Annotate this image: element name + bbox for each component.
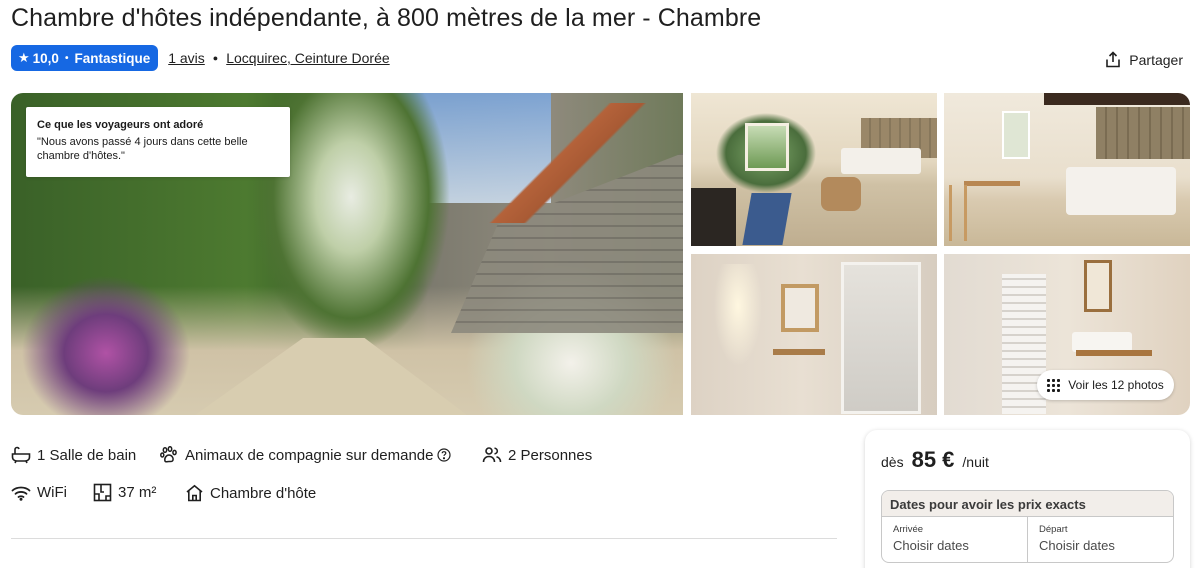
checkin-value: Choisir dates: [893, 538, 969, 553]
checkin-field[interactable]: Arrivée Choisir dates: [882, 517, 1027, 562]
date-picker: Dates pour avoir les prix exacts Arrivée…: [881, 490, 1174, 563]
wifi-icon: [11, 486, 31, 501]
bathroom-shower-photo[interactable]: [691, 254, 937, 415]
amenity-type: Chambre d'hôte: [185, 484, 316, 502]
dot-separator: •: [64, 52, 69, 64]
listing-title: Chambre d'hôtes indépendante, à 800 mètr…: [11, 4, 762, 32]
paw-icon: [160, 446, 177, 463]
traveller-highlight: Ce que les voyageurs ont adoré "Nous avo…: [26, 107, 290, 177]
people-icon: [482, 447, 502, 463]
grid-icon: [1047, 378, 1061, 392]
amenity-surface: 37 m²: [93, 483, 156, 502]
amenity-pets: Animaux de compagnie sur demande: [160, 446, 457, 464]
photo-gallery: Ce que les voyageurs ont adoré "Nous avo…: [11, 93, 1190, 415]
amenity-label: 1 Salle de bain: [37, 446, 137, 464]
amenity-label: WiFi: [37, 484, 67, 501]
view-all-photos-button[interactable]: Voir les 12 photos: [1037, 370, 1174, 400]
price-prefix: dès: [881, 454, 904, 470]
section-divider: [11, 538, 837, 539]
share-button[interactable]: Partager: [1105, 51, 1183, 68]
bedroom-photo[interactable]: [944, 93, 1190, 246]
amenity-guests: 2 Personnes: [482, 446, 592, 464]
price-card: dès 85 € /nuit Dates pour avoir les prix…: [865, 430, 1190, 568]
help-icon[interactable]: [437, 448, 457, 462]
living-room-photo[interactable]: [691, 93, 937, 246]
dot-separator: ●: [212, 53, 219, 63]
price-amount: 85 €: [911, 447, 955, 472]
garden-photo[interactable]: Ce que les voyageurs ont adoré "Nous avo…: [11, 93, 683, 415]
amenity-label: 37 m²: [118, 484, 157, 501]
rating-badge: ★ 10,0 • Fantastique: [11, 45, 159, 71]
highlight-quote: "Nous avons passé 4 jours dans cette bel…: [37, 136, 248, 162]
checkout-label: Départ: [1039, 524, 1068, 535]
checkout-value: Choisir dates: [1039, 538, 1115, 553]
floor-plan-icon: [93, 483, 112, 502]
bathtub-icon: [11, 446, 31, 464]
amenity-label: Chambre d'hôte: [210, 484, 317, 502]
amenity-bathroom: 1 Salle de bain: [11, 446, 136, 464]
house-icon: [186, 484, 203, 502]
highlight-title: Ce que les voyageurs ont adoré: [37, 119, 204, 131]
star-icon: ★: [18, 50, 30, 65]
price-suffix: /nuit: [962, 454, 989, 470]
price-summary: dès 85 € /nuit: [881, 447, 989, 473]
dates-heading: Dates pour avoir les prix exacts: [882, 491, 1173, 517]
share-label: Partager: [1129, 51, 1183, 68]
amenity-wifi: WiFi: [11, 484, 67, 501]
listing-meta: ★ 10,0 • Fantastique 1 avis ● Locquirec,…: [11, 45, 390, 71]
rating-score: 10,0: [32, 50, 59, 66]
share-icon: [1106, 51, 1121, 68]
checkin-label: Arrivée: [893, 524, 924, 535]
checkout-field[interactable]: Départ Choisir dates: [1027, 517, 1173, 562]
rating-label: Fantastique: [74, 50, 151, 66]
view-photos-label: Voir les 12 photos: [1068, 378, 1164, 392]
location-link[interactable]: Locquirec, Ceinture Dorée: [226, 50, 389, 66]
amenity-label: 2 Personnes: [508, 446, 593, 464]
reviews-link[interactable]: 1 avis: [168, 50, 205, 66]
amenity-label: Animaux de compagnie sur demande: [185, 446, 434, 464]
